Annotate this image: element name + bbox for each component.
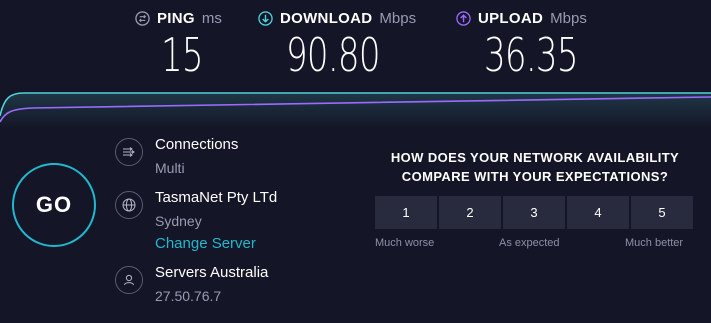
connections-icon (115, 138, 143, 166)
survey-question: HOW DOES YOUR NETWORK AVAILABILITY COMPA… (372, 148, 698, 186)
rating-option-1[interactable]: 1 (375, 196, 437, 229)
rating-option-4[interactable]: 4 (567, 196, 629, 229)
globe-icon (115, 191, 143, 219)
rating-scale: 1 2 3 4 5 (375, 196, 693, 229)
download-arrow-icon (258, 10, 273, 26)
ping-value: 15 (161, 28, 204, 82)
upload-value: 36.35 (484, 28, 578, 82)
connections-label: Connections (155, 136, 239, 153)
upload-metric: UPLOAD Mbps 36.35 (456, 8, 611, 80)
download-value: 90.80 (286, 28, 381, 82)
upload-label: UPLOAD (478, 9, 544, 27)
ping-unit: ms (201, 9, 222, 27)
scale-mid-label: As expected (499, 237, 560, 249)
survey-question-line1: HOW DOES YOUR NETWORK AVAILABILITY (390, 150, 680, 165)
upload-unit: Mbps (550, 9, 587, 27)
connections-value[interactable]: Multi (155, 160, 185, 176)
speed-graph (0, 92, 711, 129)
go-button[interactable]: GO (12, 163, 96, 247)
rating-option-2[interactable]: 2 (439, 196, 501, 229)
rating-option-3[interactable]: 3 (503, 196, 565, 229)
isp-location: Sydney (155, 213, 202, 229)
rating-option-5[interactable]: 5 (631, 196, 693, 229)
server-name: Servers Australia (155, 264, 269, 281)
ping-icon (135, 10, 150, 26)
download-unit: Mbps (379, 9, 417, 27)
download-metric: DOWNLOAD Mbps 90.80 (258, 8, 416, 80)
ping-label: PING (157, 9, 195, 27)
scale-high-label: Much better (625, 237, 684, 249)
download-label: DOWNLOAD (280, 9, 373, 27)
change-server-link[interactable]: Change Server (155, 235, 256, 252)
upload-arrow-icon (456, 10, 471, 26)
survey-question-line2: COMPARE WITH YOUR EXPECTATIONS? (401, 169, 669, 184)
user-icon (115, 266, 143, 294)
ping-metric: PING ms 15 (135, 8, 222, 80)
server-ip: 27.50.76.7 (155, 288, 222, 304)
scale-low-label: Much worse (375, 237, 435, 249)
isp-name: TasmaNet Pty LTd (155, 189, 278, 206)
